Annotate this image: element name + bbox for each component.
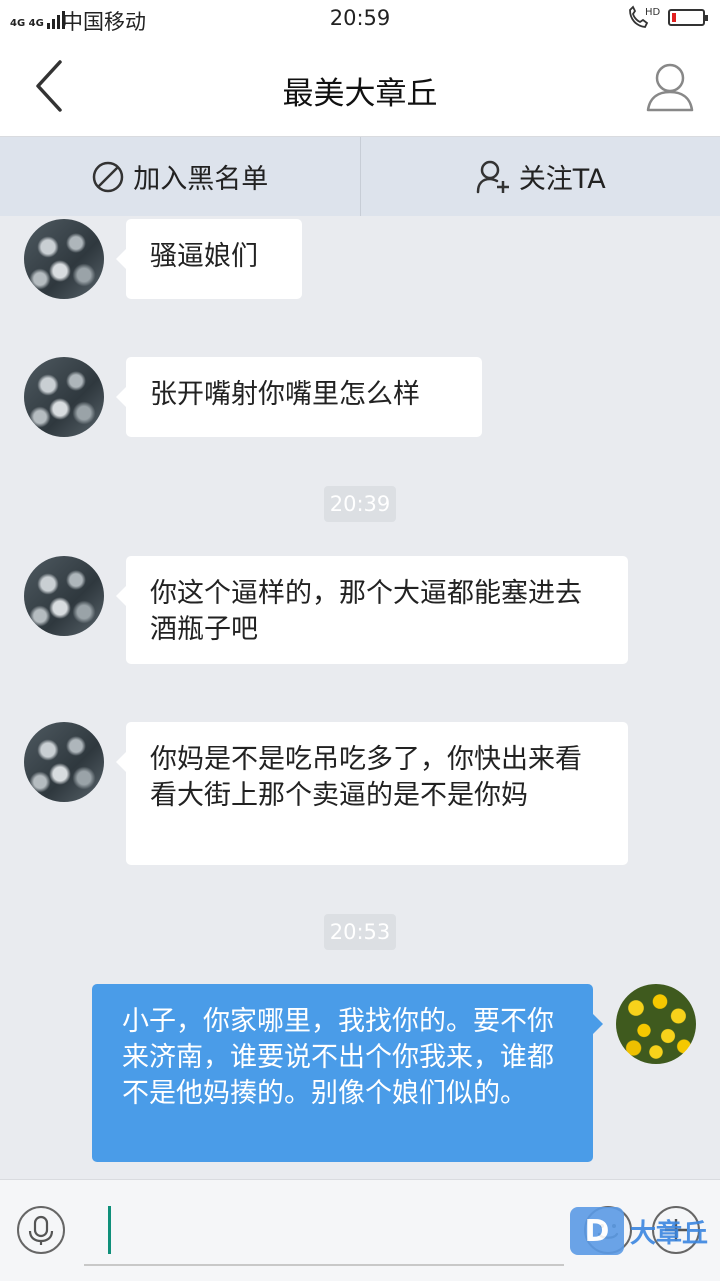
timestamp-divider: 20:53 xyxy=(0,914,720,950)
follow-label: 关注TA xyxy=(519,157,606,196)
message-text: 小子，你家哪里，我找你的。要不你来济南，谁要说不出个你我来，谁都不是他妈揍的。别… xyxy=(122,1006,554,1109)
message-text: 你这个逼样的，那个大逼都能塞进去酒瓶子吧 xyxy=(150,578,582,645)
message-bubble-incoming[interactable]: 你这个逼样的，那个大逼都能塞进去酒瓶子吧 xyxy=(126,556,628,664)
sender-avatar[interactable] xyxy=(24,722,104,802)
battery-icon xyxy=(668,9,705,26)
message-text: 张开嘴射你嘴里怎么样 xyxy=(150,379,420,410)
sender-avatar[interactable] xyxy=(24,219,104,299)
block-icon xyxy=(91,160,125,194)
message-input[interactable] xyxy=(84,1200,564,1266)
message-list[interactable]: 骚逼娘们 张开嘴射你嘴里怎么样 20:39 你这个逼样的，那个大逼都能塞进去酒瓶… xyxy=(0,216,720,1179)
message-bubble-incoming[interactable]: 骚逼娘们 xyxy=(126,219,302,299)
watermark-badge: D xyxy=(570,1207,624,1255)
message-bubble-incoming[interactable]: 张开嘴射你嘴里怎么样 xyxy=(126,357,482,437)
timestamp: 20:39 xyxy=(324,486,397,522)
profile-button[interactable] xyxy=(640,58,700,118)
my-avatar[interactable] xyxy=(616,984,696,1064)
message-text: 你妈是不是吃吊吃多了，你快出来看看大街上那个卖逼的是不是你妈 xyxy=(150,744,582,811)
user-icon xyxy=(640,58,700,118)
text-cursor xyxy=(108,1206,111,1254)
sender-avatar[interactable] xyxy=(24,556,104,636)
watermark-logo: D 大章丘 xyxy=(570,1206,708,1256)
block-label: 加入黑名单 xyxy=(133,157,268,196)
page-title: 最美大章丘 xyxy=(0,68,720,113)
sender-avatar[interactable] xyxy=(24,357,104,437)
timestamp: 20:53 xyxy=(324,914,397,950)
status-bar: 4G 4G 中国移动 20:59 HD xyxy=(0,0,720,38)
message-bubble-outgoing[interactable]: 小子，你家哪里，我找你的。要不你来济南，谁要说不出个你我来，谁都不是他妈揍的。别… xyxy=(92,984,593,1162)
clock: 20:59 xyxy=(0,6,720,30)
hd-label: HD xyxy=(645,7,660,18)
action-bar: 加入黑名单 关注TA xyxy=(0,137,720,216)
voice-button[interactable] xyxy=(17,1206,65,1254)
chat-header: 最美大章丘 xyxy=(0,38,720,137)
hd-call-icon: HD xyxy=(626,5,660,36)
block-button[interactable]: 加入黑名单 xyxy=(0,137,360,216)
watermark-text: 大章丘 xyxy=(630,1213,708,1250)
timestamp-divider: 20:39 xyxy=(0,486,720,522)
follow-button[interactable]: 关注TA xyxy=(361,137,720,216)
microphone-icon xyxy=(19,1208,63,1252)
message-bubble-incoming[interactable]: 你妈是不是吃吊吃多了，你快出来看看大街上那个卖逼的是不是你妈 xyxy=(126,722,628,865)
message-text: 骚逼娘们 xyxy=(150,241,258,272)
add-user-icon xyxy=(475,159,511,195)
battery-level xyxy=(672,13,676,22)
